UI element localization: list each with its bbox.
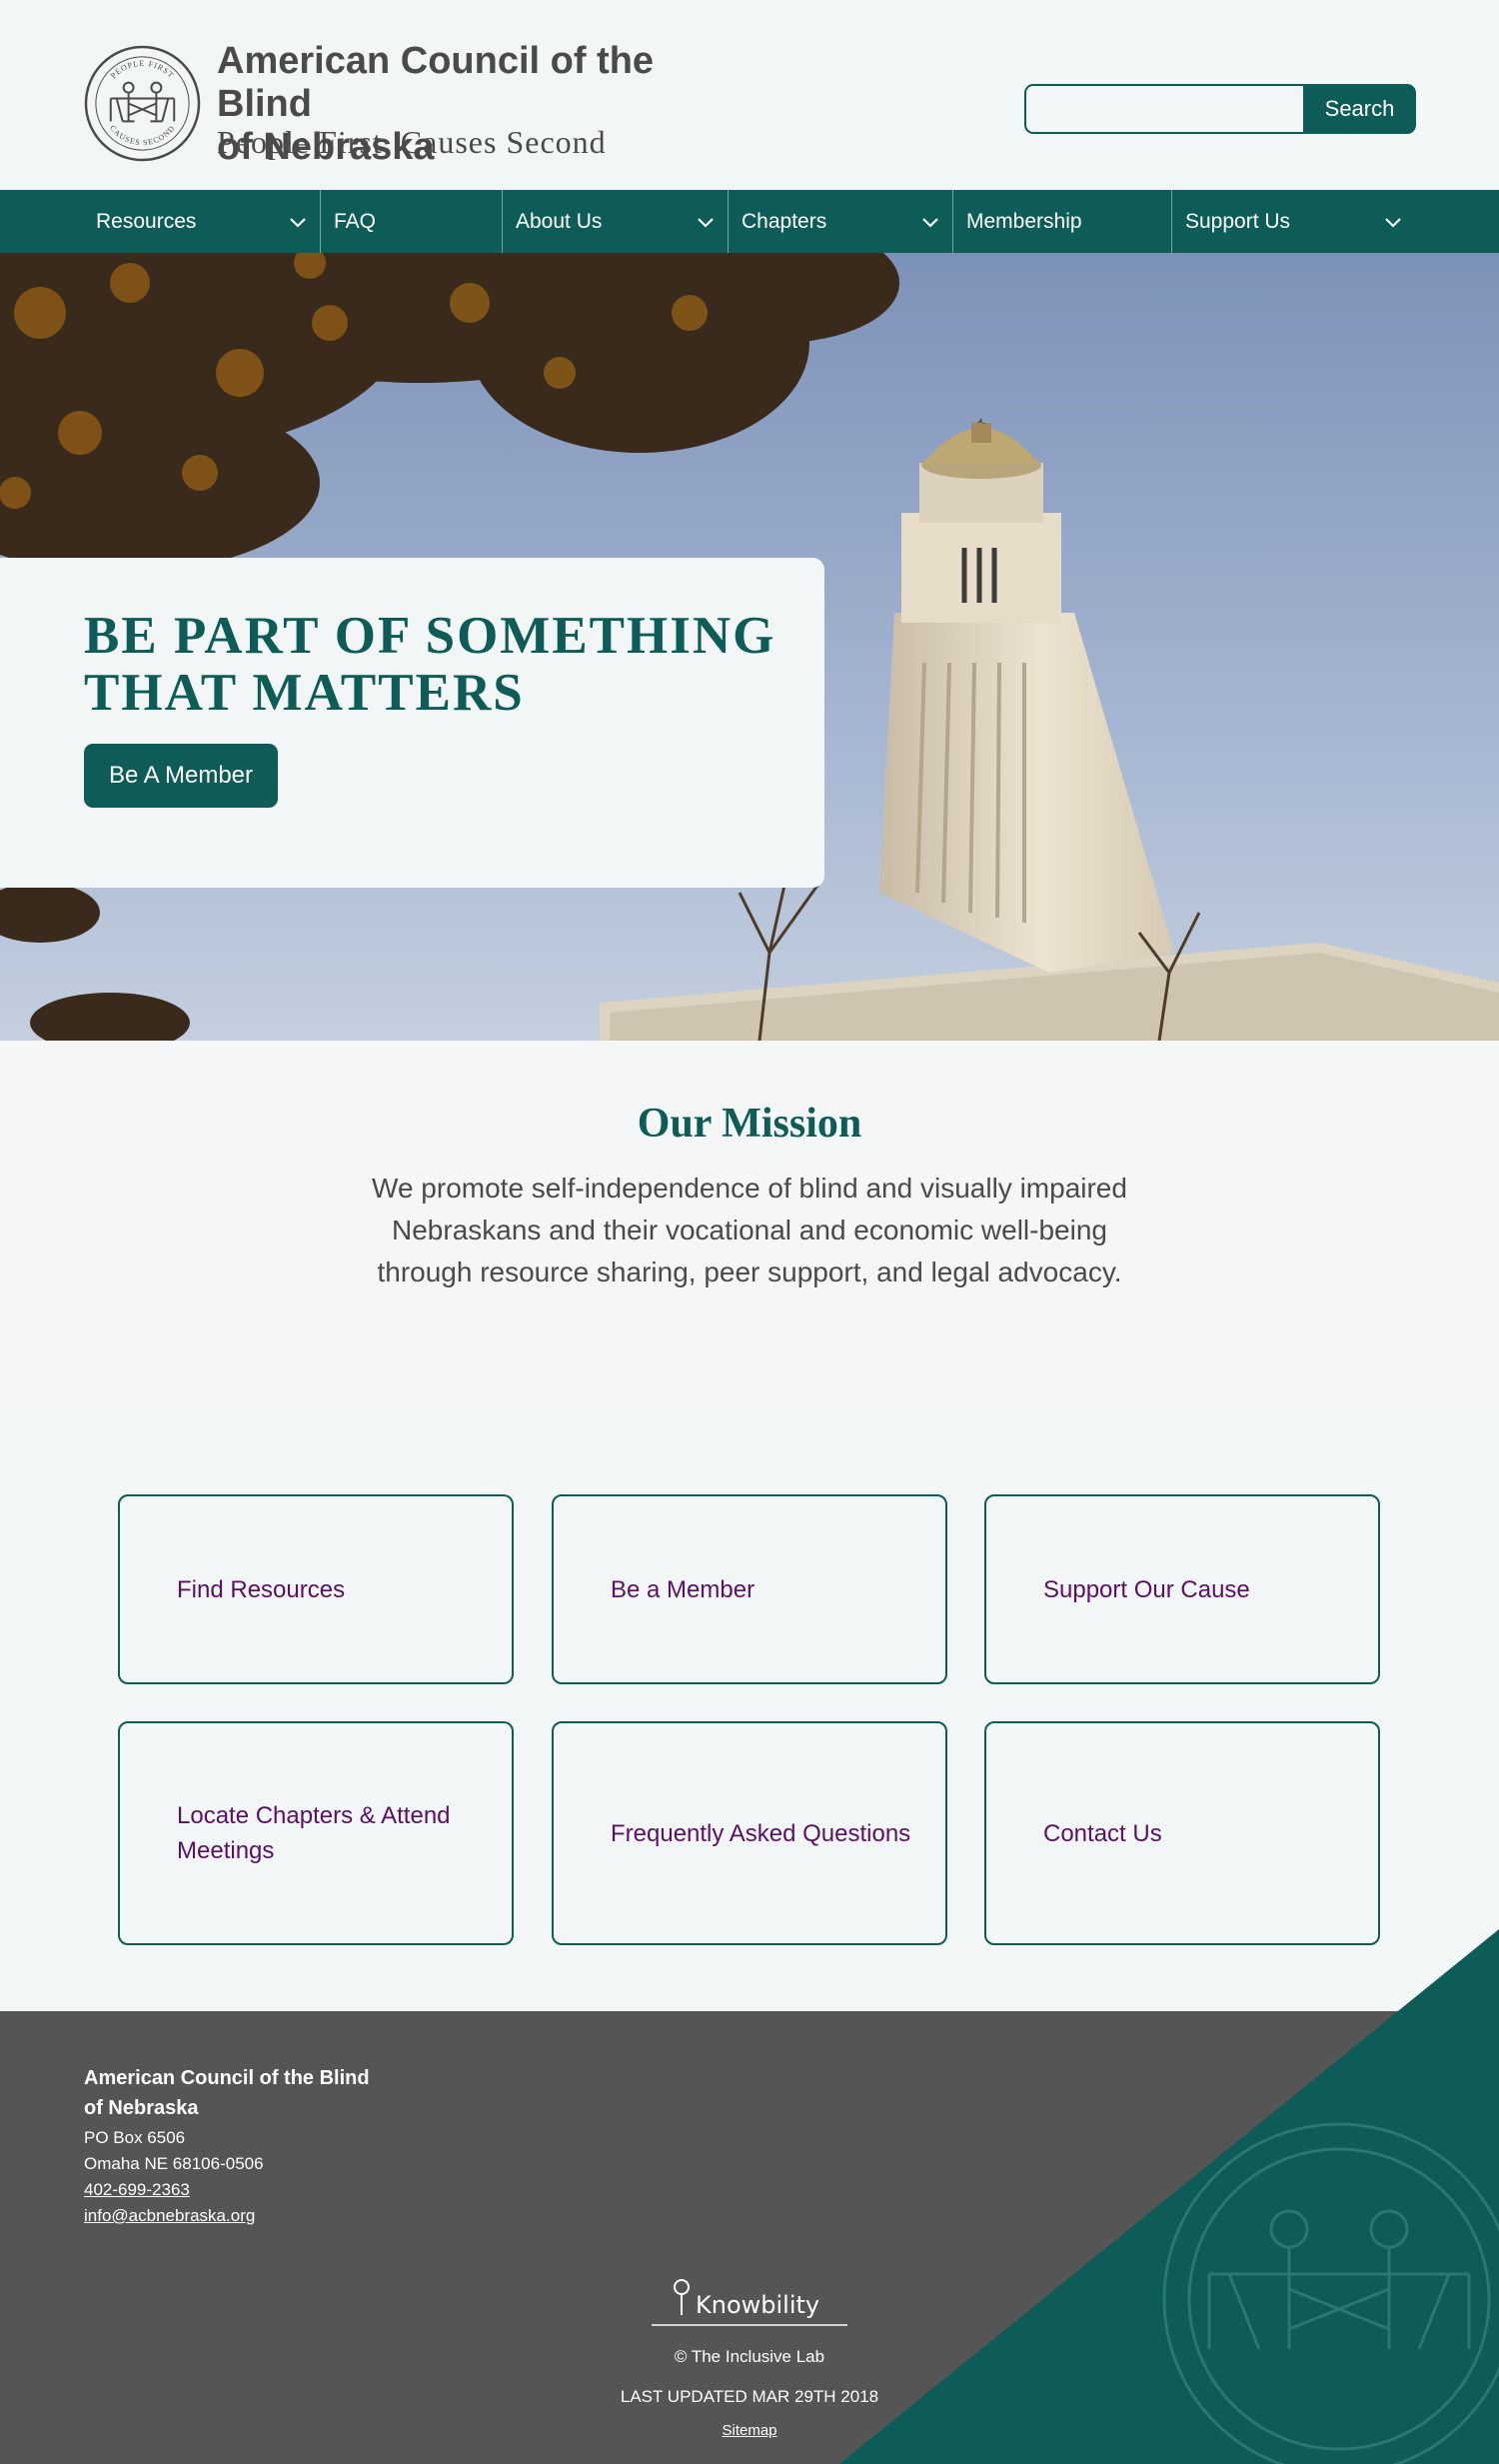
footer-address-line2: Omaha NE 68106-0506 — [84, 2154, 264, 2173]
card-label: Contact Us — [1043, 1819, 1162, 1847]
nav-item-label: Chapters — [742, 209, 827, 233]
nav-item-label: Support Us — [1185, 209, 1291, 233]
chevron-down-icon[interactable] — [1383, 212, 1403, 232]
be-a-member-button[interactable]: Be A Member — [84, 744, 278, 808]
knowbility-logo[interactable]: Knowbility — [652, 2277, 847, 2327]
card-label: Support Our Cause — [1043, 1575, 1250, 1603]
card-be-a-member[interactable]: Be a Member — [552, 1494, 947, 1684]
card-locate-chapters[interactable]: Locate Chapters & Attend Meetings — [118, 1721, 514, 1945]
nav-item-chapters[interactable]: Chapters — [729, 190, 952, 253]
site-header: PEOPLE FIRST CAUSES SECOND American Coun… — [0, 0, 1499, 190]
footer-address-line1: PO Box 6506 — [84, 2128, 186, 2147]
tagline: People First, Causes Second — [217, 124, 607, 160]
mission-title: Our Mission — [637, 1101, 862, 1147]
footer-phone-link[interactable]: 402-699-2363 — [84, 2180, 190, 2200]
acb-nebraska-logo-icon[interactable]: PEOPLE FIRST CAUSES SECOND — [83, 44, 202, 163]
mission-text: We promote self-independence of blind an… — [372, 1173, 1127, 1287]
footer-org-name-line2: of Nebraska — [84, 2097, 199, 2119]
nav-item-support-us[interactable]: Support Us — [1172, 190, 1415, 253]
sitemap-link[interactable]: Sitemap — [722, 2422, 776, 2439]
search-form: Search — [1024, 84, 1416, 134]
search-button[interactable]: Search — [1303, 84, 1416, 134]
main-nav: Resources FAQ About Us Chapters Membersh… — [0, 190, 1499, 253]
card-faq[interactable]: Frequently Asked Questions — [552, 1721, 947, 1945]
org-name-line1: American Council of the Blind — [217, 40, 655, 125]
nav-item-label: FAQ — [334, 209, 377, 233]
knowbility-wordmark: Knowbility — [696, 2291, 820, 2319]
chevron-down-icon[interactable] — [920, 212, 940, 232]
footer-credit: © The Inclusive Lab — [674, 2347, 825, 2366]
hero-title: BE PART OF SOMETHING THAT MATTERS — [84, 607, 776, 722]
footer-org-name-line1: American Council of the Blind — [84, 2067, 370, 2089]
chevron-down-icon[interactable] — [696, 212, 716, 232]
footer-email-link[interactable]: info@acbnebraska.org — [84, 2206, 255, 2226]
nav-item-label: Resources — [96, 209, 197, 233]
card-find-resources[interactable]: Find Resources — [118, 1494, 514, 1684]
nav-item-label: Membership — [966, 209, 1082, 233]
logo-text-top: PEOPLE FIRST — [109, 59, 175, 80]
card-support-our-cause[interactable]: Support Our Cause — [984, 1494, 1380, 1684]
nav-item-about-us[interactable]: About Us — [503, 190, 728, 253]
card-label: Locate Chapters & Attend Meetings — [177, 1802, 451, 1864]
nav-item-membership[interactable]: Membership — [953, 190, 1171, 253]
footer-org-name: American Council of the Blind of Nebrask… — [84, 2063, 404, 2123]
card-contact-us[interactable]: Contact Us — [984, 1721, 1380, 1945]
search-input[interactable] — [1024, 84, 1303, 134]
card-label: Be a Member — [611, 1575, 755, 1603]
footer-teal-diagonal — [0, 1929, 1499, 2464]
nav-item-label: About Us — [516, 209, 603, 233]
card-label: Frequently Asked Questions — [611, 1819, 911, 1847]
chevron-down-icon[interactable] — [288, 212, 308, 232]
footer-last-updated: LAST UPDATED MAR 29TH 2018 — [620, 2387, 879, 2406]
footer-sitemap-wrap: Sitemap — [0, 2420, 1499, 2440]
card-label: Find Resources — [177, 1575, 346, 1603]
nav-item-faq[interactable]: FAQ — [321, 190, 502, 253]
nav-item-resources[interactable]: Resources — [83, 190, 320, 253]
svg-text:PEOPLE FIRST: PEOPLE FIRST — [109, 59, 176, 80]
